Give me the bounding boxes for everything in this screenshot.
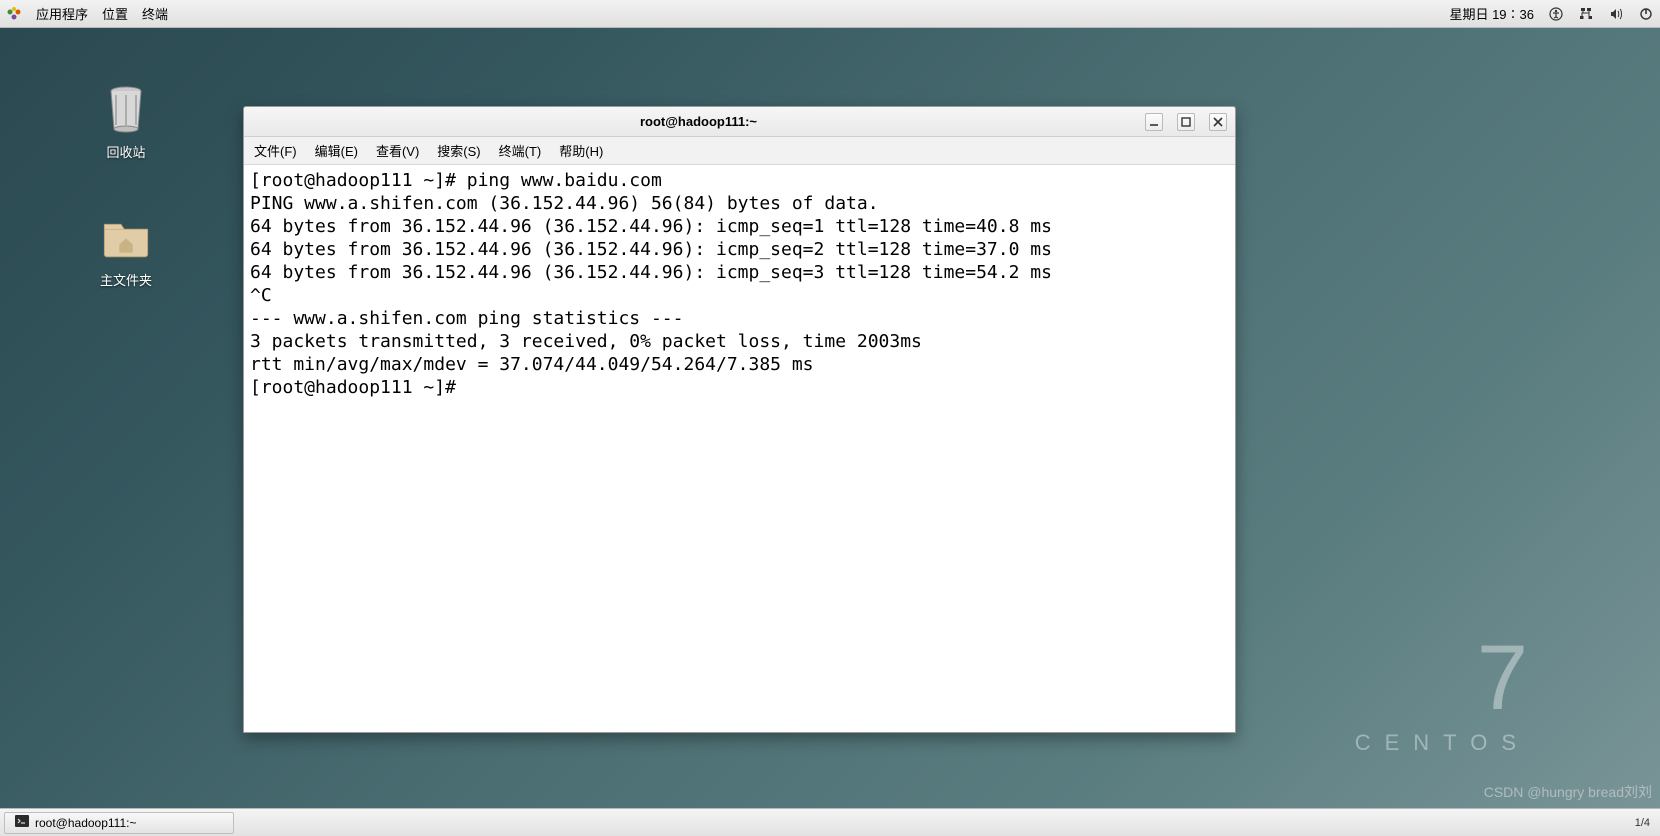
desktop-icon-home[interactable]: 主文件夹: [86, 208, 166, 289]
close-button[interactable]: [1209, 113, 1227, 131]
panel-menu-terminal[interactable]: 终端: [142, 4, 168, 23]
menu-edit[interactable]: 编辑(E): [315, 141, 358, 160]
gnome-logo-icon: [6, 6, 22, 22]
window-title: root@hadoop111:~: [252, 114, 1145, 129]
top-panel: 应用程序 位置 终端 星期日 19∶36: [0, 0, 1660, 28]
a11y-icon[interactable]: [1548, 6, 1564, 22]
terminal-window: root@hadoop111:~ 文件(F) 编辑(E) 查看(V) 搜索(S)…: [243, 106, 1236, 733]
power-icon[interactable]: [1638, 6, 1654, 22]
menu-view[interactable]: 查看(V): [376, 141, 419, 160]
menu-file[interactable]: 文件(F): [254, 141, 297, 160]
folder-home-icon: [101, 208, 151, 264]
panel-menu-places[interactable]: 位置: [102, 4, 128, 23]
taskbar-item-label: root@hadoop111:~: [35, 816, 136, 830]
menu-terminal[interactable]: 终端(T): [499, 141, 542, 160]
terminal-output[interactable]: [root@hadoop111 ~]# ping www.baidu.com P…: [244, 165, 1235, 732]
desktop-icon-label: 回收站: [86, 142, 166, 161]
maximize-button[interactable]: [1177, 113, 1195, 131]
minimize-button[interactable]: [1145, 113, 1163, 131]
centos-brand: 7 CENTOS: [1355, 632, 1530, 756]
panel-datetime[interactable]: 星期日 19∶36: [1449, 4, 1534, 23]
desktop-icon-label: 主文件夹: [86, 270, 166, 289]
taskbar-pager: 1/4: [1635, 817, 1650, 829]
panel-menu-applications[interactable]: 应用程序: [36, 4, 88, 23]
trash-icon: [101, 80, 151, 136]
centos-version: 7: [1355, 632, 1530, 724]
centos-name: CENTOS: [1355, 730, 1530, 756]
network-icon[interactable]: [1578, 6, 1594, 22]
menu-help[interactable]: 帮助(H): [559, 141, 603, 160]
terminal-icon: [15, 814, 29, 831]
volume-icon[interactable]: [1608, 6, 1624, 22]
watermark: CSDN @hungry bread刘刘: [1484, 782, 1652, 802]
desktop-icon-trash[interactable]: 回收站: [86, 80, 166, 161]
taskbar-item-terminal[interactable]: root@hadoop111:~: [4, 812, 234, 834]
bottom-panel: root@hadoop111:~ 1/4: [0, 808, 1660, 836]
terminal-menu-bar: 文件(F) 编辑(E) 查看(V) 搜索(S) 终端(T) 帮助(H): [244, 137, 1235, 165]
title-bar[interactable]: root@hadoop111:~: [244, 107, 1235, 137]
menu-search[interactable]: 搜索(S): [437, 141, 480, 160]
